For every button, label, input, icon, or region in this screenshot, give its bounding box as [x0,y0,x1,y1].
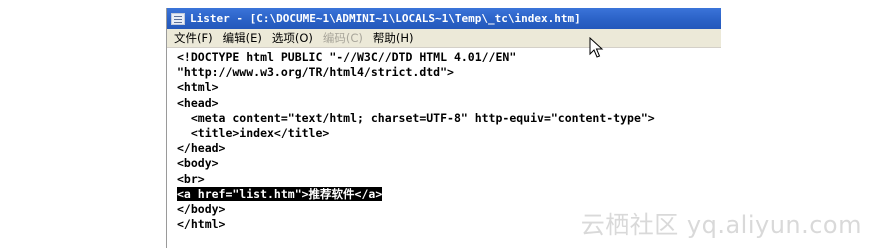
menu-bar: 文件(F) 编辑(E) 选项(O) 编码(C) 帮助(H) [167,29,721,48]
code-line: <body> [177,156,219,171]
menu-encoding: 编码(C) [322,31,363,45]
menu-edit[interactable]: 编辑(E) [223,30,262,46]
code-line: <!DOCTYPE html PUBLIC "-//W3C//DTD HTML … [177,50,517,64]
code-line: <html> [177,80,219,95]
code-line: <meta content="text/html; charset=UTF-8"… [177,110,655,125]
selected-code-line[interactable]: <a href="list.htm">推荐软件</a> [177,186,721,202]
menu-options[interactable]: 选项(O) [272,30,313,46]
text-selection: <a href="list.htm">推荐软件</a> [177,186,383,201]
title-bar[interactable]: Lister - [C:\DOCUME~1\ADMINI~1\LOCALS~1\… [167,8,721,29]
watermark: 云栖社区 yq.aliyun.com [580,211,862,239]
code-line: "http://www.w3.org/TR/html4/strict.dtd"> [177,65,454,80]
code-line: <br> [177,171,205,186]
code-line: <head> [177,95,219,110]
lister-app-icon [171,12,185,25]
window-title: Lister - [C:\DOCUME~1\ADMINI~1\LOCALS~1\… [190,12,581,25]
menu-help[interactable]: 帮助(H) [373,30,414,46]
menu-file[interactable]: 文件(F) [174,30,213,46]
code-line: <title>index</title> [177,125,330,140]
mouse-pointer-icon [589,37,604,58]
code-line: </head> [177,141,226,156]
